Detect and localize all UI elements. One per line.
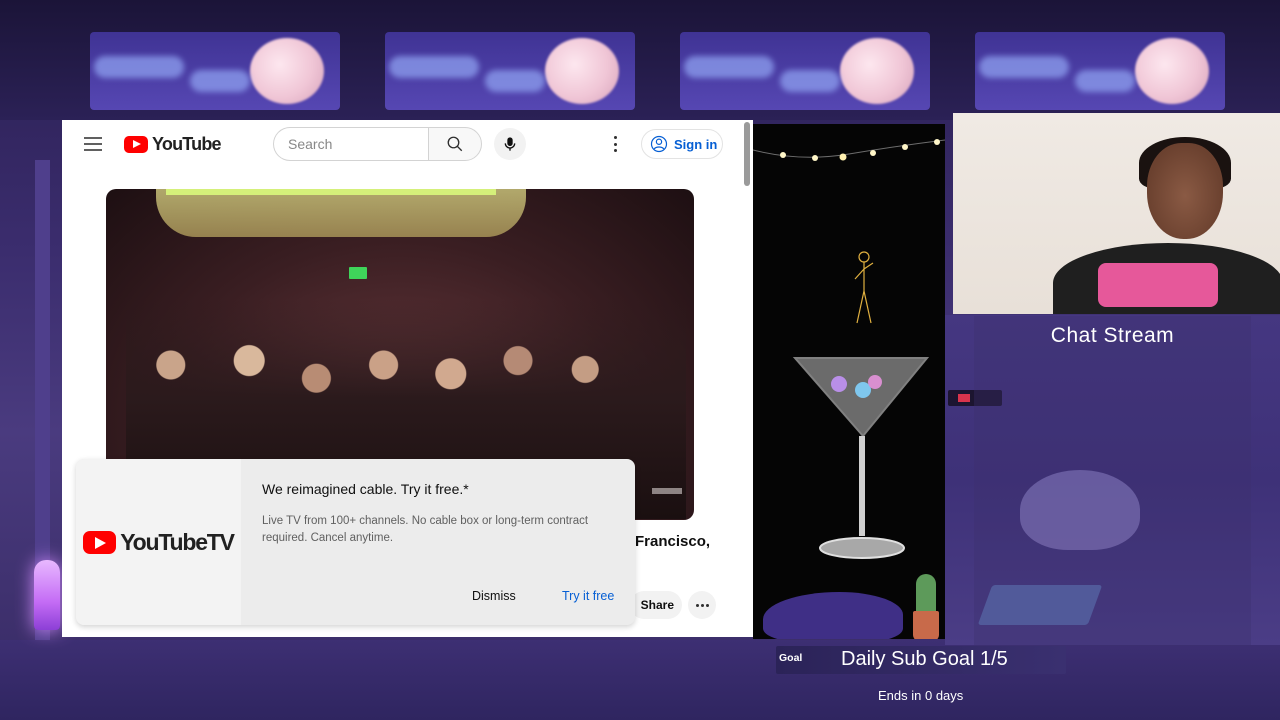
- more-vert-icon[interactable]: [607, 134, 623, 154]
- dismiss-button[interactable]: Dismiss: [472, 589, 516, 603]
- string-lights: [753, 139, 945, 161]
- moon-window-1: [90, 32, 340, 110]
- moon: [840, 38, 914, 104]
- moon: [1135, 38, 1209, 104]
- webcam-feed: [953, 113, 1280, 314]
- moon: [545, 38, 619, 104]
- video-light: [166, 189, 496, 195]
- cactus: [916, 574, 936, 614]
- search-button[interactable]: [428, 127, 482, 161]
- moon-window-4: [975, 32, 1225, 110]
- youtube-logo[interactable]: YouTube: [124, 133, 222, 154]
- search-icon: [447, 136, 463, 152]
- cloud: [485, 70, 545, 92]
- promo-headline: We reimagined cable. Try it free.*: [262, 481, 469, 497]
- search-input[interactable]: [273, 127, 429, 161]
- cloud: [780, 70, 840, 92]
- martini-glass-icon: [792, 357, 930, 559]
- youtube-wordmark: YouTube: [152, 133, 222, 154]
- webcam-face: [1147, 143, 1223, 239]
- background-floor: [0, 640, 1280, 720]
- moon-window-2: [385, 32, 635, 110]
- goal-badge: Goal: [779, 652, 803, 664]
- moon: [250, 38, 324, 104]
- sign-in-label: Sign in: [674, 136, 718, 152]
- youtube-window: YouTube Sign in: [62, 120, 753, 637]
- sign-in-button[interactable]: Sign in: [641, 129, 723, 159]
- cloud: [979, 56, 1069, 78]
- chat-panel: [974, 316, 1251, 646]
- share-button[interactable]: Share: [630, 591, 682, 619]
- youtube-tv-logo: YouTubeTV: [76, 459, 241, 625]
- scrollbar[interactable]: [742, 120, 753, 637]
- youtube-tv-promo: YouTubeTV We reimagined cable. Try it fr…: [76, 459, 635, 625]
- sleeping-cat: [763, 592, 903, 639]
- scrollbar-thumb[interactable]: [744, 122, 750, 186]
- goal-label: Daily Sub Goal 1/5: [841, 648, 1008, 670]
- moon-window-3: [680, 32, 930, 110]
- video-title[interactable]: Francisco,: [635, 533, 710, 550]
- cloud: [190, 70, 250, 92]
- more-horiz-icon[interactable]: [688, 591, 716, 619]
- youtube-header: YouTube Sign in: [62, 120, 753, 168]
- cloud: [94, 56, 184, 78]
- animated-overlay-panel: [753, 124, 945, 639]
- youtube-play-icon: [124, 135, 148, 153]
- try-it-free-button[interactable]: Try it free: [562, 589, 614, 603]
- hamburger-icon[interactable]: [84, 137, 102, 151]
- video-watermark: [652, 488, 682, 494]
- webcam-shirt-print: [1098, 263, 1218, 307]
- promo-body: Live TV from 100+ channels. No cable box…: [262, 515, 589, 544]
- video-ceiling: [156, 189, 526, 237]
- chat-stream-title: Chat Stream: [1050, 324, 1175, 347]
- cloud: [684, 56, 774, 78]
- microphone-icon: [504, 137, 516, 151]
- exit-sign: [349, 267, 367, 279]
- cloud: [389, 56, 479, 78]
- youtube-tv-wordmark: YouTubeTV: [120, 528, 235, 555]
- goal-ends-text: Ends in 0 days: [878, 688, 964, 703]
- lava-lamp: [34, 560, 60, 630]
- account-circle-icon: [650, 135, 668, 153]
- cloud: [1075, 70, 1135, 92]
- voice-search-button[interactable]: [494, 128, 526, 160]
- youtube-tv-play-icon: [83, 530, 117, 554]
- cactus-pot: [913, 611, 939, 639]
- dancer-figure: [854, 251, 874, 324]
